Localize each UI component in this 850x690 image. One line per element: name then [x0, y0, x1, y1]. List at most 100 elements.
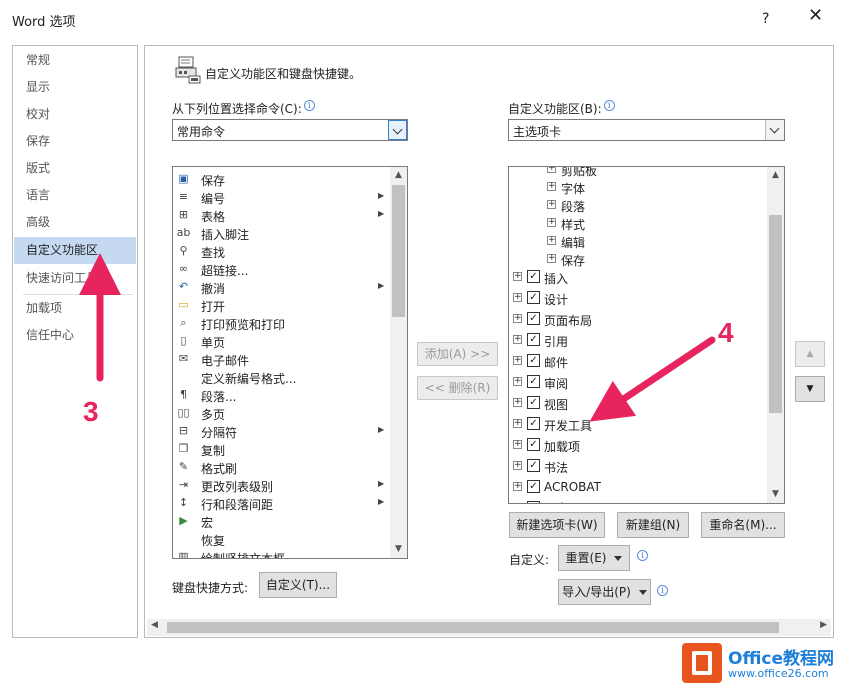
command-item[interactable]: ∞ 超链接...	[175, 260, 385, 278]
sidebar-item-addins[interactable]: 加载项	[14, 295, 136, 322]
tab-checkbox[interactable]: ✓	[527, 501, 540, 503]
command-item[interactable]: ⌕ 打印预览和打印	[175, 314, 385, 332]
command-item[interactable]: ≡ 编号 ▶	[175, 188, 385, 206]
sidebar-item-customize-ribbon[interactable]: 自定义功能区	[14, 237, 136, 264]
remove-button[interactable]: << 删除(R)	[417, 376, 498, 400]
expand-plus-icon[interactable]: +	[513, 398, 522, 407]
scroll-left-icon[interactable]: ◀	[151, 620, 158, 630]
tab-checkbox[interactable]: ✓	[527, 459, 540, 472]
sidebar-item-general[interactable]: 常规	[14, 47, 136, 74]
expand-plus-icon[interactable]: +	[513, 272, 522, 281]
sidebar-item-proofing[interactable]: 校对	[14, 101, 136, 128]
tab-checkbox[interactable]: ✓	[527, 312, 540, 325]
chevron-down-icon[interactable]	[765, 120, 784, 140]
command-item[interactable]: ✎ 格式刷	[175, 458, 385, 476]
scroll-down-icon[interactable]: ▼	[390, 541, 407, 558]
tab-checkbox[interactable]: ✓	[527, 396, 540, 409]
horizontal-scrollbar[interactable]: ◀ ▶	[147, 619, 831, 636]
close-button[interactable]: ✕	[808, 7, 823, 25]
submenu-arrow-icon: ▶	[378, 281, 385, 290]
save-icon: ▣	[178, 172, 189, 185]
expand-plus-icon[interactable]: +	[547, 254, 556, 263]
ribbon-tree-scrollbar[interactable]: ▲ ▼	[767, 167, 784, 503]
command-item[interactable]: ▯▯ 多页	[175, 404, 385, 422]
command-item[interactable]: ▶ 宏	[175, 512, 385, 530]
command-item[interactable]: ⇥ 更改列表级别 ▶	[175, 476, 385, 494]
command-item[interactable]: ¶ 段落...	[175, 386, 385, 404]
expand-plus-icon[interactable]: +	[513, 377, 522, 386]
expand-plus-icon[interactable]: +	[547, 182, 556, 191]
scroll-up-icon[interactable]: ▲	[767, 167, 784, 184]
sidebar-item-save[interactable]: 保存	[14, 128, 136, 155]
import-export-button[interactable]: 导入/导出(P)	[558, 579, 651, 605]
move-up-button[interactable]: ▲	[795, 341, 825, 367]
command-item[interactable]: ❐ 复制	[175, 440, 385, 458]
expand-plus-icon[interactable]: +	[513, 335, 522, 344]
horizontal-scroll-thumb[interactable]	[167, 622, 779, 633]
copy-icon: ❐	[178, 442, 189, 455]
expand-plus-icon[interactable]: +	[513, 419, 522, 428]
customize-shortcuts-button[interactable]: 自定义(T)...	[259, 572, 337, 598]
command-item[interactable]: 定义新编号格式...	[175, 368, 385, 386]
ribbon-tabs-combo[interactable]: 主选项卡	[508, 119, 785, 141]
new-tab-button[interactable]: 新建选项卡(W)	[509, 512, 605, 538]
command-item[interactable]: 恢复	[175, 530, 385, 548]
choose-commands-combo[interactable]: 常用命令	[172, 119, 408, 141]
scroll-down-icon[interactable]: ▼	[767, 486, 784, 503]
tab-checkbox[interactable]: ✓	[527, 333, 540, 346]
expand-plus-icon[interactable]: +	[547, 236, 556, 245]
commands-list[interactable]: ▣ 保存 ≡ 编号 ▶ ⊞ 表格 ▶ ab 插入脚注 ⚲ 查找 ∞ 超链接... ↶ 撤消 ▶ ▭ 打开 ⌕ 打印预览和…	[172, 166, 408, 559]
rename-button[interactable]: 重命名(M)...	[701, 512, 785, 538]
command-item[interactable]: ⊟ 分隔符 ▶	[175, 422, 385, 440]
tab-checkbox[interactable]: ✓	[527, 354, 540, 367]
command-item-label: 表格	[201, 210, 226, 224]
sidebar-item-quick-access-toolbar[interactable]: 快速访问工具栏	[14, 265, 136, 292]
scroll-right-icon[interactable]: ▶	[820, 620, 827, 630]
chevron-down-icon[interactable]	[388, 120, 407, 140]
expand-plus-icon[interactable]: +	[547, 167, 556, 173]
scroll-thumb[interactable]	[769, 215, 782, 413]
expand-plus-icon[interactable]: +	[513, 440, 522, 449]
expand-plus-icon[interactable]: +	[513, 482, 522, 491]
expand-plus-icon[interactable]: +	[514, 503, 522, 504]
expand-plus-icon[interactable]: +	[547, 200, 556, 209]
tab-checkbox[interactable]: ✓	[527, 417, 540, 430]
command-item-label: 行和段落间距	[201, 498, 274, 512]
expand-plus-icon[interactable]: +	[513, 314, 522, 323]
tab-checkbox[interactable]: ✓	[527, 375, 540, 388]
tab-checkbox[interactable]: ✓	[527, 291, 540, 304]
expand-plus-icon[interactable]: +	[513, 461, 522, 470]
command-item[interactable]: ▥ 绘制竖排文本框	[175, 548, 385, 559]
sidebar-item-language[interactable]: 语言	[14, 182, 136, 209]
tab-checkbox[interactable]: ✓	[527, 480, 540, 493]
expand-plus-icon[interactable]: +	[513, 356, 522, 365]
tab-checkbox[interactable]: ✓	[527, 438, 540, 451]
scroll-thumb[interactable]	[392, 185, 405, 317]
customize-label: 自定义:	[509, 553, 550, 567]
expand-plus-icon[interactable]: +	[513, 293, 522, 302]
sidebar-item-typography[interactable]: 版式	[14, 155, 136, 182]
sidebar-item-advanced[interactable]: 高级	[14, 209, 136, 236]
command-item[interactable]: ▭ 打开	[175, 296, 385, 314]
sidebar-item-display[interactable]: 显示	[14, 74, 136, 101]
command-item[interactable]: ab 插入脚注	[175, 224, 385, 242]
command-item[interactable]: ↕ 行和段落间距 ▶	[175, 494, 385, 512]
new-group-button[interactable]: 新建组(N)	[617, 512, 689, 538]
commands-list-scrollbar[interactable]: ▲ ▼	[390, 167, 407, 558]
help-button[interactable]: ?	[762, 11, 769, 27]
command-item[interactable]: ✉ 电子邮件	[175, 350, 385, 368]
reset-button[interactable]: 重置(E)	[558, 545, 630, 571]
scroll-up-icon[interactable]: ▲	[390, 167, 407, 184]
expand-plus-icon[interactable]: +	[547, 218, 556, 227]
ribbon-tree[interactable]: + 剪贴板 + 字体 + 段落 + 样式 + 编辑 + 保存 + ✓ 插入 + ✓ 设计 + ✓ 页面布局 + ✓ 引用 + ✓ 邮…	[508, 166, 785, 504]
command-item[interactable]: ⚲ 查找	[175, 242, 385, 260]
command-item[interactable]: ↶ 撤消 ▶	[175, 278, 385, 296]
command-item-label: 绘制竖排文本框	[201, 552, 286, 559]
command-item[interactable]: ▯ 单页	[175, 332, 385, 350]
command-item[interactable]: ⊞ 表格 ▶	[175, 206, 385, 224]
command-item[interactable]: ▣ 保存	[175, 170, 385, 188]
move-down-button[interactable]: ▼	[795, 376, 825, 402]
sidebar-item-trust-center[interactable]: 信任中心	[14, 322, 136, 349]
add-button[interactable]: 添加(A) >>	[417, 342, 498, 366]
tab-checkbox[interactable]: ✓	[527, 270, 540, 283]
